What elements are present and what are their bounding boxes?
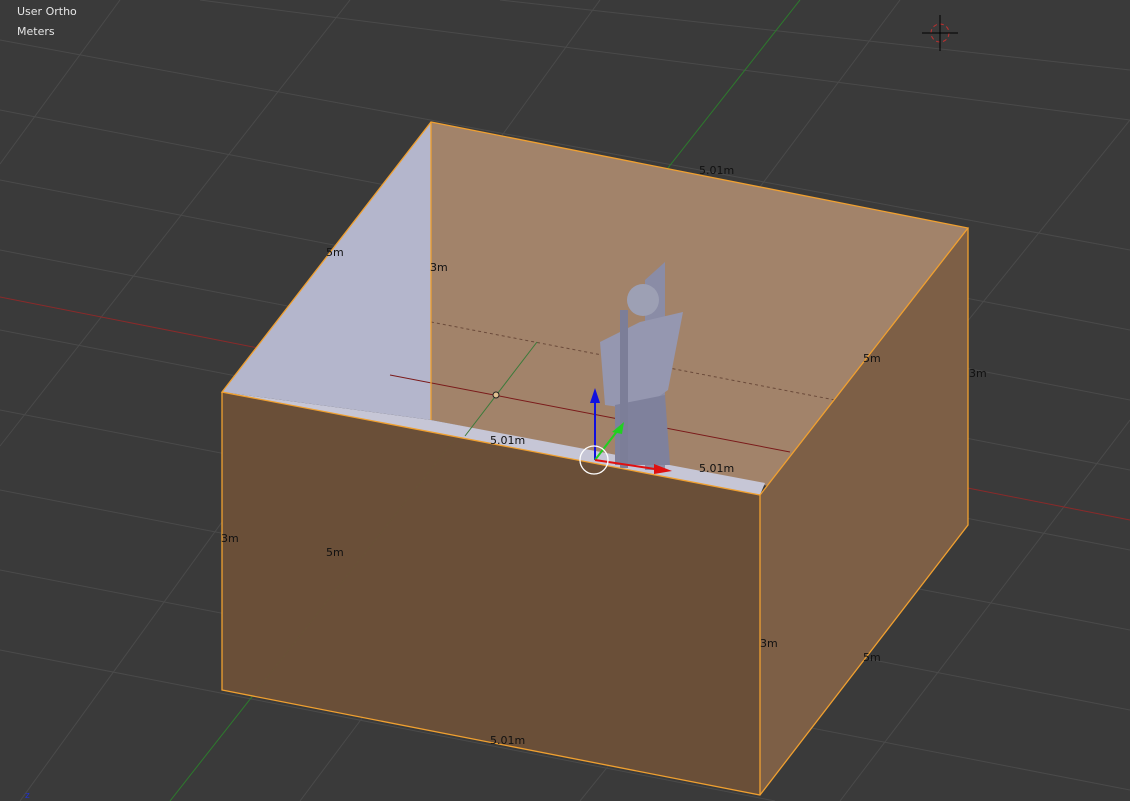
3d-cursor-icon [922, 15, 958, 51]
dimension-label: 3m [760, 637, 778, 650]
3d-viewport[interactable]: z User Ortho Meters 5.01m 5m 3m 5m 3m 5.… [0, 0, 1130, 801]
dimension-label: 5m [326, 546, 344, 559]
dimension-label: 3m [430, 261, 448, 274]
dimension-label: 3m [221, 532, 239, 545]
dimension-label: 5.01m [699, 164, 735, 177]
dimension-label: 5m [326, 246, 344, 259]
dimension-label: 5.01m [490, 734, 526, 747]
dimension-label: 5.01m [699, 462, 735, 475]
units-label: Meters [17, 25, 55, 38]
dimension-label: 3m [969, 367, 987, 380]
left-wall [222, 122, 431, 420]
dimension-label: 5m [863, 651, 881, 664]
view-name: User Ortho [17, 5, 77, 18]
object-origin [492, 391, 500, 399]
scene[interactable]: z [0, 0, 1130, 801]
dimension-label: 5.01m [490, 434, 526, 447]
mini-axis-z-icon: z [25, 791, 30, 801]
dimension-label: 5m [863, 352, 881, 365]
